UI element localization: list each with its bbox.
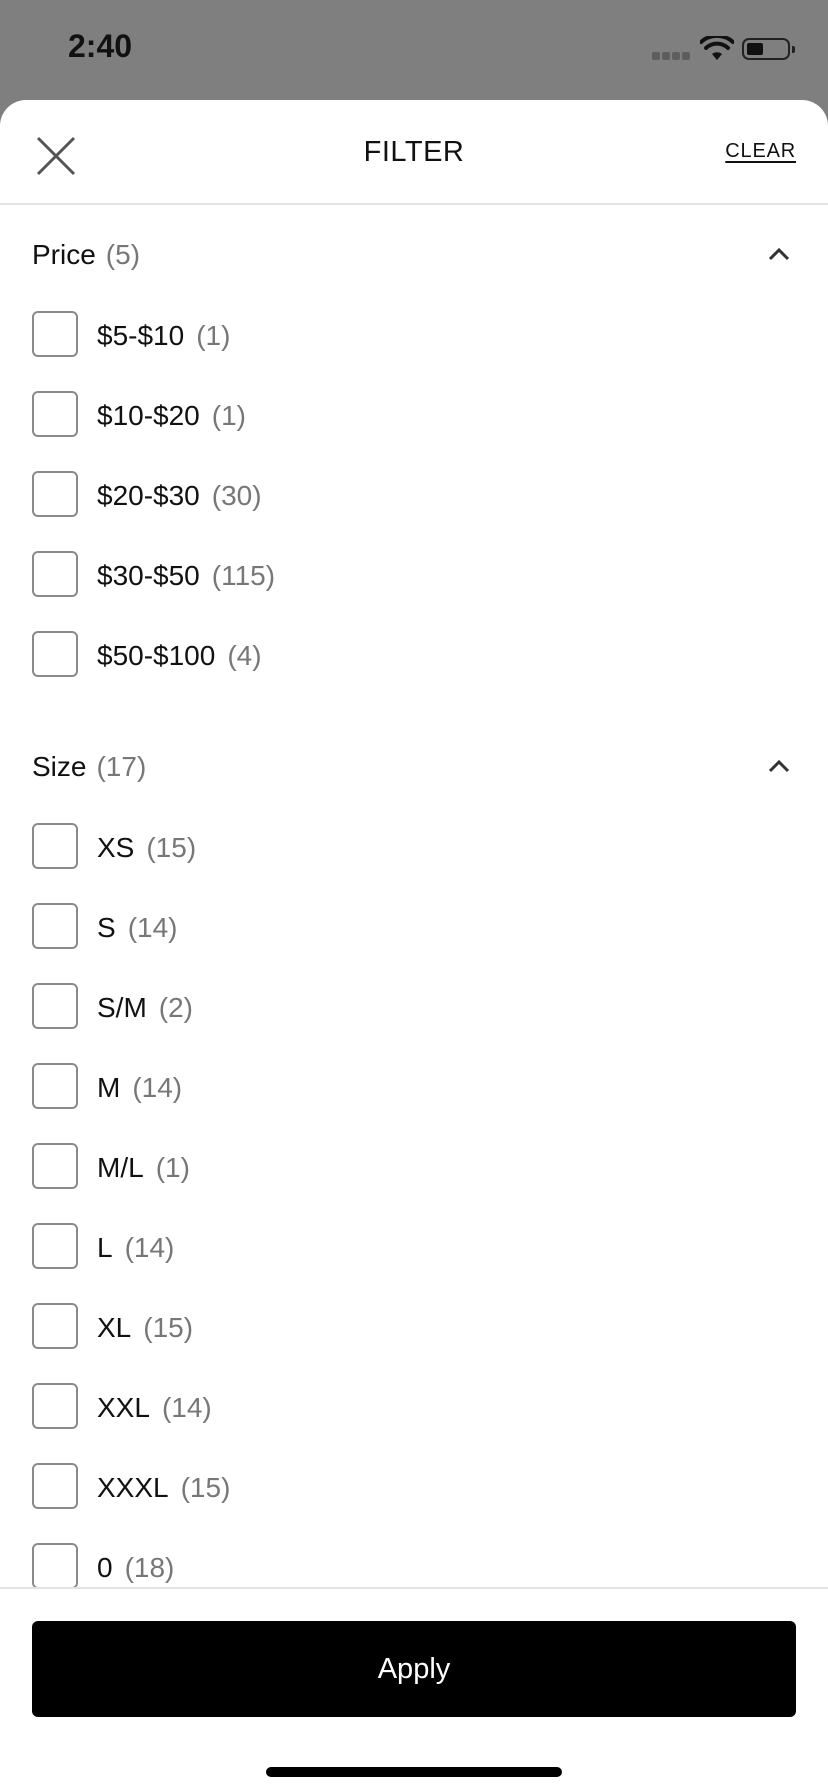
- option-label: M/L: [97, 1152, 144, 1183]
- option-count: (14): [127, 912, 178, 943]
- filter-sheet: FILTER CLEAR Price (5) $5-$10 (1) $10-$20 (…: [0, 100, 828, 1792]
- checkbox[interactable]: [32, 1383, 78, 1429]
- option-label: XXXL: [97, 1472, 169, 1503]
- option-label: S/M: [97, 992, 147, 1023]
- option-label: $50-$100: [97, 640, 216, 671]
- checkbox[interactable]: [32, 903, 78, 949]
- filter-option[interactable]: $10-$20 (1): [0, 381, 828, 461]
- option-label: M: [97, 1072, 121, 1103]
- option-count: (115): [211, 560, 276, 591]
- cellular-signal-icon: [652, 52, 692, 60]
- section-header-price[interactable]: Price (5): [0, 205, 828, 301]
- option-label: $30-$50: [97, 560, 200, 591]
- wifi-icon: [700, 36, 734, 60]
- section-count: (17): [96, 751, 147, 782]
- filter-option[interactable]: $30-$50 (115): [0, 541, 828, 621]
- chevron-up-icon[interactable]: [768, 247, 790, 261]
- option-count: (14): [124, 1232, 175, 1263]
- filter-option[interactable]: S/M (2): [0, 973, 828, 1053]
- apply-button[interactable]: Apply: [32, 1621, 796, 1717]
- filter-option[interactable]: XS (15): [0, 813, 828, 893]
- option-label: 0: [97, 1552, 113, 1583]
- option-count: (15): [143, 1312, 194, 1343]
- option-label: XS: [97, 832, 135, 863]
- option-label: $20-$30: [97, 480, 200, 511]
- option-label: $5-$10: [97, 320, 185, 351]
- filter-option[interactable]: $50-$100 (4): [0, 621, 828, 701]
- checkbox[interactable]: [32, 1303, 78, 1349]
- option-count: (30): [211, 480, 262, 511]
- checkbox[interactable]: [32, 471, 78, 517]
- checkbox[interactable]: [32, 983, 78, 1029]
- chevron-up-icon[interactable]: [768, 759, 790, 773]
- option-count: (14): [161, 1392, 212, 1423]
- checkbox[interactable]: [32, 631, 78, 677]
- option-count: (2): [158, 992, 194, 1023]
- option-count: (1): [155, 1152, 190, 1183]
- checkbox[interactable]: [32, 1063, 78, 1109]
- status-time: 2:40: [68, 28, 133, 64]
- filter-option[interactable]: $5-$10 (1): [0, 301, 828, 381]
- section-header-size[interactable]: Size (17): [0, 701, 828, 813]
- filter-option[interactable]: XL (15): [0, 1293, 828, 1373]
- option-label: XXL: [97, 1392, 150, 1423]
- filter-option[interactable]: XXL (14): [0, 1373, 828, 1453]
- section-title: Price (5): [32, 239, 140, 271]
- option-count: (4): [227, 640, 262, 671]
- section-title-label: Price: [32, 239, 96, 270]
- checkbox[interactable]: [32, 311, 78, 357]
- option-label: XL: [97, 1312, 132, 1343]
- footer: Apply: [0, 1587, 828, 1792]
- option-label: $10-$20: [97, 400, 200, 431]
- page-title: FILTER: [363, 136, 465, 168]
- filter-option[interactable]: L (14): [0, 1213, 828, 1293]
- filter-option[interactable]: $20-$30 (30): [0, 461, 828, 541]
- home-indicator: [266, 1767, 562, 1777]
- battery-icon: [742, 38, 795, 60]
- filter-option[interactable]: M (14): [0, 1053, 828, 1133]
- option-count: (1): [196, 320, 231, 351]
- filter-option[interactable]: 0 (18): [0, 1533, 828, 1587]
- filter-option[interactable]: S (14): [0, 893, 828, 973]
- checkbox[interactable]: [32, 823, 78, 869]
- filter-option[interactable]: M/L (1): [0, 1133, 828, 1213]
- checkbox[interactable]: [32, 391, 78, 437]
- checkbox[interactable]: [32, 1143, 78, 1189]
- option-count: (15): [146, 832, 197, 863]
- option-count: (15): [180, 1472, 231, 1503]
- sheet-header: FILTER CLEAR: [0, 100, 828, 205]
- option-label: S: [97, 912, 116, 943]
- status-bar: 2:40: [0, 0, 828, 100]
- section-title-label: Size: [32, 751, 87, 782]
- option-count: (1): [211, 400, 246, 431]
- filter-list[interactable]: Price (5) $5-$10 (1) $10-$20 (1) $20-$30 (30…: [0, 205, 828, 1587]
- checkbox[interactable]: [32, 1543, 78, 1587]
- option-count: (18): [124, 1552, 175, 1583]
- checkbox[interactable]: [32, 551, 78, 597]
- section-title: Size (17): [32, 751, 146, 783]
- checkbox[interactable]: [32, 1463, 78, 1509]
- section-count: (5): [105, 239, 141, 270]
- clear-button[interactable]: CLEAR: [725, 140, 796, 163]
- checkbox[interactable]: [32, 1223, 78, 1269]
- filter-option[interactable]: XXXL (15): [0, 1453, 828, 1533]
- option-count: (14): [132, 1072, 183, 1103]
- option-label: L: [97, 1232, 113, 1263]
